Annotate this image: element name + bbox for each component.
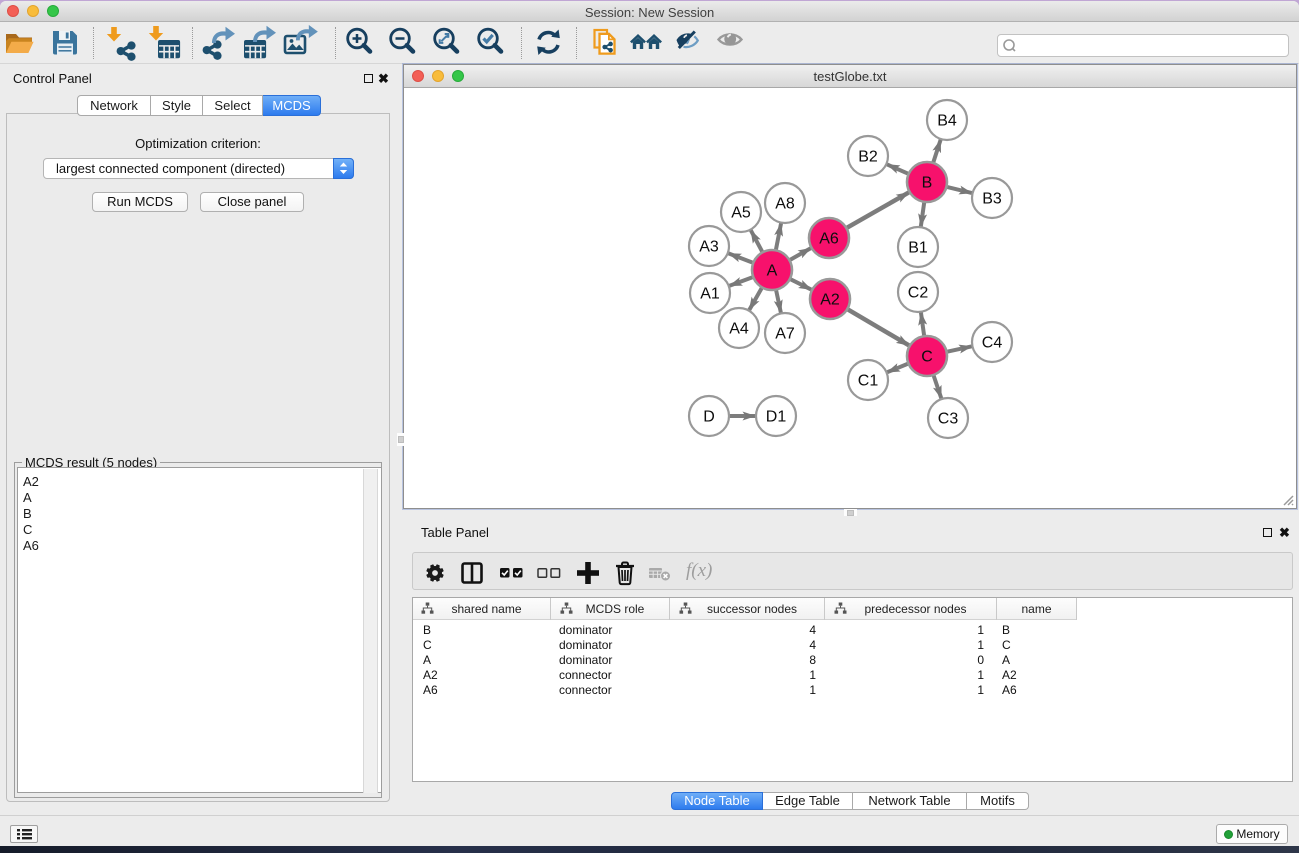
svg-text:A5: A5 xyxy=(731,205,751,222)
svg-text:C: C xyxy=(921,349,933,366)
svg-text:A7: A7 xyxy=(775,326,795,343)
svg-text:B: B xyxy=(922,175,933,192)
svg-text:D: D xyxy=(703,409,715,426)
svg-text:A: A xyxy=(767,263,778,280)
svg-text:A3: A3 xyxy=(699,239,719,256)
svg-text:A8: A8 xyxy=(775,196,795,213)
svg-text:C2: C2 xyxy=(908,285,929,302)
svg-text:B4: B4 xyxy=(937,113,957,130)
svg-text:B2: B2 xyxy=(858,149,878,166)
svg-text:A2: A2 xyxy=(820,292,840,309)
svg-text:B3: B3 xyxy=(982,191,1002,208)
svg-text:C1: C1 xyxy=(858,373,879,390)
svg-text:C3: C3 xyxy=(938,411,959,428)
svg-text:B1: B1 xyxy=(908,240,928,257)
svg-text:A6: A6 xyxy=(819,231,839,248)
svg-text:C4: C4 xyxy=(982,335,1003,352)
svg-text:A4: A4 xyxy=(729,321,749,338)
svg-text:D1: D1 xyxy=(766,409,787,426)
svg-text:A1: A1 xyxy=(700,286,720,303)
